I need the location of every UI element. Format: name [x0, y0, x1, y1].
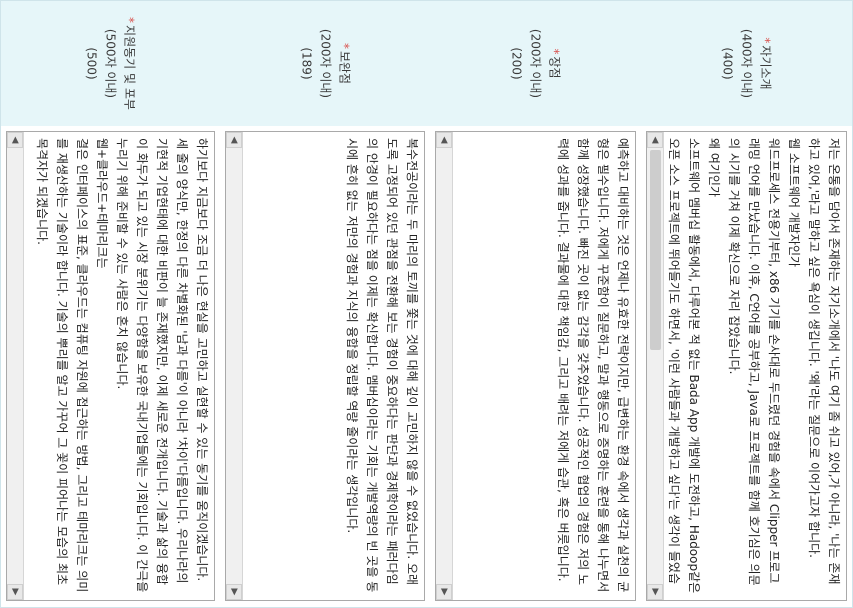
scroll-left-icon[interactable]: ◀: [7, 132, 23, 148]
required-mark: *: [759, 37, 773, 44]
required-mark: *: [123, 17, 137, 24]
weakness-label: *보완점 (200자 이내) (189): [220, 1, 430, 127]
motivation-row: *지원동기 및 포부 (500자 이내) (500) 하기보다 지금보다 조금 …: [1, 1, 220, 607]
scroll-left-icon[interactable]: ◀: [226, 132, 242, 148]
motivation-limit: (500자 이내): [104, 28, 118, 99]
weakness-row: *보완점 (200자 이내) (189) 복수전공이라는 두 마리의 토끼를 쫓…: [219, 1, 430, 607]
weakness-limit: (200자 이내): [318, 28, 333, 99]
intro-limit: (400자 이내): [740, 28, 754, 99]
intro-title: 자기소개: [759, 45, 773, 90]
intro-textarea[interactable]: 저는 온통을 담아서 존재하는 자기소개에서 '나도 여기 좀 쉬고 있어,가 …: [646, 131, 847, 601]
form-panel: *자기소개 (400자 이내) (400) 저는 온통을 담아서 존재하는 자기…: [0, 0, 853, 608]
intro-cell: 저는 온통을 담아서 존재하는 자기소개에서 '나도 여기 좀 쉬고 있어,가 …: [641, 126, 852, 607]
weakness-count: (189): [299, 47, 314, 80]
intro-row: *자기소개 (400자 이내) (400) 저는 온통을 담아서 존재하는 자기…: [640, 1, 852, 607]
strength-scrollbar[interactable]: ◀ ▶: [436, 132, 453, 600]
strength-text: 예측하고 대비하는 것은 언제나 유효한 전략이지만, 급변하는 환경 속에서 …: [556, 138, 630, 593]
form-table: *자기소개 (400자 이내) (400) 저는 온통을 담아서 존재하는 자기…: [0, 0, 853, 608]
scroll-right-icon[interactable]: ▶: [7, 584, 23, 600]
motivation-cell: 하기보다 지금보다 조금 더 나은 현실을 고민하고 실현할 수 있는 동기를 …: [1, 126, 220, 607]
strength-cell: 예측하고 대비하는 것은 언제나 유효한 전략이지만, 급변하는 환경 속에서 …: [430, 126, 641, 607]
strength-label: *장점 (200자 이내) (200): [430, 1, 641, 127]
weakness-title: 보완점: [337, 50, 352, 85]
motivation-title: 지원동기 및 포부: [123, 25, 137, 110]
required-mark: *: [337, 42, 352, 49]
motivation-label: *지원동기 및 포부 (500자 이내) (500): [1, 1, 220, 127]
intro-count: (400): [721, 47, 735, 80]
strength-count: (200): [510, 47, 524, 80]
scroll-right-icon[interactable]: ▶: [226, 584, 242, 600]
scroll-left-icon[interactable]: ◀: [436, 132, 452, 148]
scroll-left-icon[interactable]: ◀: [647, 132, 663, 148]
motivation-count: (500): [85, 47, 99, 80]
strength-limit: (200자 이내): [529, 28, 543, 99]
motivation-textarea[interactable]: 하기보다 지금보다 조금 더 나은 현실을 고민하고 실현할 수 있는 동기를 …: [6, 131, 215, 601]
strength-textarea[interactable]: 예측하고 대비하는 것은 언제나 유효한 전략이지만, 급변하는 환경 속에서 …: [435, 131, 636, 601]
motivation-scrollbar[interactable]: ◀ ▶: [7, 132, 24, 600]
scroll-thumb[interactable]: [650, 150, 661, 350]
weakness-cell: 복수전공이라는 두 마리의 토끼를 쫓는 것에 대해 깊이 고민하지 않을 수 …: [220, 126, 430, 607]
intro-text: 저는 온통을 담아서 존재하는 자기소개에서 '나도 여기 좀 쉬고 있어,가 …: [667, 138, 841, 594]
weakness-text: 복수전공이라는 두 마리의 토끼를 쫓는 것에 대해 깊이 고민하지 않을 수 …: [345, 138, 419, 593]
weakness-textarea[interactable]: 복수전공이라는 두 마리의 토끼를 쫓는 것에 대해 깊이 고민하지 않을 수 …: [225, 131, 425, 601]
required-mark: *: [548, 48, 562, 55]
weakness-scrollbar[interactable]: ◀ ▶: [226, 132, 243, 600]
scroll-right-icon[interactable]: ▶: [647, 584, 663, 600]
scroll-right-icon[interactable]: ▶: [436, 584, 452, 600]
intro-scrollbar[interactable]: ◀ ▶: [647, 132, 664, 600]
strength-row: *장점 (200자 이내) (200) 예측하고 대비하는 것은 언제나 유효한…: [429, 1, 641, 607]
motivation-text: 하기보다 지금보다 조금 더 나은 현실을 고민하고 실현할 수 있는 동기를 …: [35, 138, 209, 593]
strength-title: 장점: [548, 56, 562, 79]
intro-label: *자기소개 (400자 이내) (400): [641, 1, 852, 127]
